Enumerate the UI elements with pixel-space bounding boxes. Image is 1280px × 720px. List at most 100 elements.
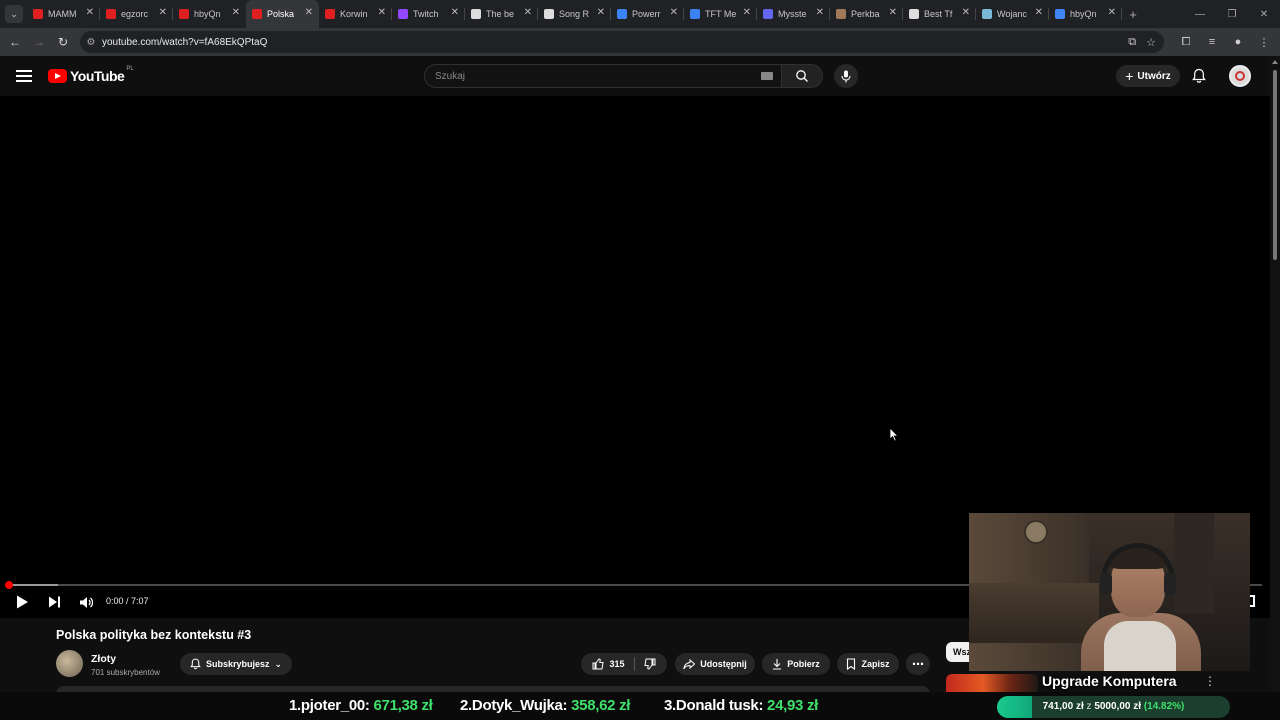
browser-tab[interactable]: Best Tf ✕ xyxy=(903,0,976,28)
close-tab-icon[interactable]: ✕ xyxy=(524,8,532,18)
browser-tab[interactable]: TFT Me ✕ xyxy=(684,0,757,28)
save-button[interactable]: Zapisz xyxy=(837,653,899,675)
dislike-button[interactable] xyxy=(643,658,656,670)
scrollbar-thumb[interactable] xyxy=(1273,70,1277,260)
like-divider xyxy=(633,657,635,671)
close-tab-icon[interactable]: ✕ xyxy=(451,8,459,18)
close-tab-icon[interactable]: ✕ xyxy=(1108,8,1116,18)
create-button[interactable]: + Utwórz xyxy=(1116,65,1180,87)
minimize-icon[interactable]: — xyxy=(1184,0,1216,28)
forward-icon[interactable]: → xyxy=(27,30,51,54)
scroll-up-icon[interactable] xyxy=(1272,60,1278,64)
guide-menu-icon[interactable] xyxy=(16,68,32,84)
close-tab-icon[interactable]: ✕ xyxy=(232,8,240,18)
keyboard-icon[interactable] xyxy=(761,72,773,80)
close-tab-icon[interactable]: ✕ xyxy=(1035,8,1043,18)
bookmark-star-icon[interactable]: ☆ xyxy=(1146,36,1156,49)
subscribe-button[interactable]: Subskrybujesz ⌄ xyxy=(180,653,292,675)
bookmark-icon xyxy=(847,658,856,670)
thumbs-up-icon xyxy=(592,658,605,670)
browser-tab[interactable]: egzorc ✕ xyxy=(100,0,173,28)
browser-tab[interactable]: Song R ✕ xyxy=(538,0,611,28)
like-dislike-group: 315 xyxy=(581,653,667,675)
webcam-shelf xyxy=(969,583,1099,643)
tab-title: Best Tf xyxy=(924,9,953,19)
donation-goal-bar: 741,00 zł z 5000,00 zł (14.82%) xyxy=(997,696,1230,718)
close-tab-icon[interactable]: ✕ xyxy=(378,8,386,18)
bell-icon xyxy=(190,658,201,670)
browser-tab[interactable]: Wojanc ✕ xyxy=(976,0,1049,28)
close-tab-icon[interactable]: ✕ xyxy=(889,8,897,18)
youtube-logo[interactable]: YouTube PL xyxy=(48,66,134,84)
play-button[interactable] xyxy=(16,594,29,610)
browser-tab[interactable]: MAMM ✕ xyxy=(27,0,100,28)
profile-icon[interactable]: ● xyxy=(1228,31,1248,53)
youtube-masthead: YouTube PL Szukaj + Utwórz xyxy=(0,56,1270,96)
url-text[interactable]: youtube.com/watch?v=fA68EkQPtaQ xyxy=(102,37,267,48)
extensions-icon[interactable]: ⧠ xyxy=(1176,31,1196,53)
more-horizontal-icon: ⋯ xyxy=(912,657,924,671)
tab-favicon-icon xyxy=(471,9,481,19)
browser-tab[interactable]: Polska ✕ xyxy=(246,0,319,28)
more-actions-button[interactable]: ⋯ xyxy=(906,653,930,675)
close-tab-icon[interactable]: ✕ xyxy=(305,8,313,18)
share-label: Udostępnij xyxy=(700,659,747,669)
account-avatar[interactable] xyxy=(1229,65,1251,87)
tab-list: MAMM ✕ egzorc ✕ hbyQn ✕ Polska ✕ Korwin ✕ Twitch ✕ T… xyxy=(27,0,1122,28)
filter-chip-all[interactable]: Wsz xyxy=(946,642,971,662)
tab-title: Korwin xyxy=(340,9,368,19)
mute-button[interactable] xyxy=(79,594,93,610)
new-tab-button[interactable]: + xyxy=(1122,7,1144,22)
close-tab-icon[interactable]: ✕ xyxy=(159,8,167,18)
tab-favicon-icon xyxy=(836,9,846,19)
close-window-icon[interactable]: ✕ xyxy=(1248,0,1280,28)
maximize-icon[interactable]: ❐ xyxy=(1216,0,1248,28)
browser-tab[interactable]: hbyQn ✕ xyxy=(173,0,246,28)
search-input[interactable]: Szukaj xyxy=(424,64,782,88)
next-button[interactable] xyxy=(48,594,61,610)
browser-tab[interactable]: Perkba ✕ xyxy=(830,0,903,28)
address-bar[interactable]: ⚙ youtube.com/watch?v=fA68EkQPtaQ ⧉ ☆ xyxy=(80,31,1164,53)
like-button[interactable]: 315 xyxy=(592,658,625,670)
scrubber-handle[interactable] xyxy=(5,581,13,589)
browser-tab[interactable]: hbyQn ✕ xyxy=(1049,0,1122,28)
browser-tab[interactable]: The be ✕ xyxy=(465,0,538,28)
site-info-icon[interactable]: ⚙ xyxy=(80,37,102,48)
tab-search-button[interactable]: ⌄ xyxy=(5,5,23,23)
voice-search-button[interactable] xyxy=(834,64,858,88)
wall-clock xyxy=(1024,520,1048,544)
donation-entry-3: 3.Donald tusk: 24,93 zł xyxy=(664,697,818,714)
webcam-person-shirt xyxy=(1104,621,1176,671)
page-scrollbar[interactable] xyxy=(1270,56,1280,700)
search-placeholder: Szukaj xyxy=(435,70,466,82)
tab-favicon-icon xyxy=(398,9,408,19)
close-tab-icon[interactable]: ✕ xyxy=(86,8,94,18)
channel-name[interactable]: Złoty xyxy=(91,653,116,665)
search-button[interactable] xyxy=(781,64,823,88)
close-tab-icon[interactable]: ✕ xyxy=(962,8,970,18)
browser-tab[interactable]: Korwin ✕ xyxy=(319,0,392,28)
close-tab-icon[interactable]: ✕ xyxy=(597,8,605,18)
browser-tab[interactable]: Powerr ✕ xyxy=(611,0,684,28)
install-app-icon[interactable]: ⧉ xyxy=(1128,36,1136,49)
browser-menu-icon[interactable]: ⋮ xyxy=(1254,31,1274,53)
tab-favicon-icon xyxy=(325,9,335,19)
back-icon[interactable]: ← xyxy=(3,30,27,54)
plus-icon: + xyxy=(1125,68,1134,84)
tab-title: Powerr xyxy=(632,9,661,19)
channel-avatar[interactable] xyxy=(56,650,83,677)
browser-tab[interactable]: Mysste ✕ xyxy=(757,0,830,28)
share-button[interactable]: Udostępnij xyxy=(675,653,755,675)
country-code: PL xyxy=(126,66,134,72)
download-button[interactable]: Pobierz xyxy=(762,653,830,675)
reload-icon[interactable]: ↻ xyxy=(51,30,75,54)
close-tab-icon[interactable]: ✕ xyxy=(670,8,678,18)
media-control-icon[interactable]: ≡ xyxy=(1202,31,1222,53)
download-icon xyxy=(773,659,782,670)
tab-favicon-icon xyxy=(617,9,627,19)
close-tab-icon[interactable]: ✕ xyxy=(816,8,824,18)
close-tab-icon[interactable]: ✕ xyxy=(743,8,751,18)
notifications-button[interactable] xyxy=(1192,68,1206,89)
browser-tab[interactable]: Twitch ✕ xyxy=(392,0,465,28)
recommended-more-icon[interactable]: ⋮ xyxy=(1204,674,1216,688)
